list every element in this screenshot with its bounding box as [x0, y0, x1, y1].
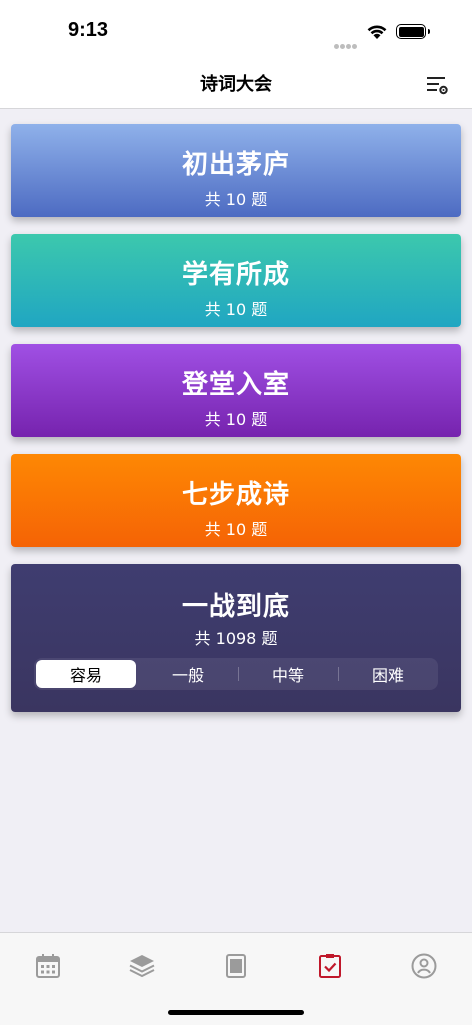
- level-count: 共 10 题: [204, 520, 268, 539]
- wifi-icon: [367, 25, 387, 39]
- calendar-icon[interactable]: [33, 951, 63, 981]
- difficulty-normal[interactable]: 一般: [138, 658, 238, 690]
- battery-icon: [396, 24, 430, 39]
- page-title: 诗词大会: [200, 74, 272, 95]
- book-icon[interactable]: [221, 951, 251, 981]
- level-count: 共 10 题: [204, 190, 268, 209]
- level-list: 初出茅庐 共 10 题 学有所成 共 10 题 登堂入室 共 10 题 七步成诗…: [11, 124, 461, 729]
- quiz-checklist-icon[interactable]: [315, 951, 345, 981]
- level-title: 初出茅庐: [181, 150, 290, 180]
- signal-icon: [334, 34, 358, 53]
- level-title: 学有所成: [181, 260, 290, 290]
- level-card-learned[interactable]: 学有所成 共 10 题: [11, 234, 461, 327]
- profile-icon[interactable]: [409, 951, 439, 981]
- difficulty-easy[interactable]: 容易: [36, 660, 136, 688]
- level-card-master[interactable]: 七步成诗 共 10 题: [11, 454, 461, 547]
- nav-bar: 诗词大会: [0, 62, 472, 109]
- challenge-title: 一战到底: [181, 592, 290, 622]
- home-indicator[interactable]: [168, 1010, 304, 1015]
- level-count: 共 10 题: [204, 410, 268, 429]
- difficulty-selector: 容易 一般 中等 困难: [34, 658, 438, 690]
- challenge-card[interactable]: 一战到底 共 1098 题 容易 一般 中等 困难: [11, 564, 461, 712]
- difficulty-medium[interactable]: 中等: [238, 658, 338, 690]
- challenge-count: 共 1098 题: [194, 629, 278, 648]
- level-title: 登堂入室: [181, 370, 290, 400]
- difficulty-hard[interactable]: 困难: [338, 658, 438, 690]
- level-card-advanced[interactable]: 登堂入室 共 10 题: [11, 344, 461, 437]
- status-bar: 9:13: [0, 0, 472, 62]
- status-time: 9:13: [68, 19, 109, 41]
- layers-icon[interactable]: [127, 951, 157, 981]
- list-settings-icon[interactable]: [424, 72, 450, 98]
- level-count: 共 10 题: [204, 300, 268, 319]
- level-card-beginner[interactable]: 初出茅庐 共 10 题: [11, 124, 461, 217]
- level-title: 七步成诗: [181, 480, 290, 510]
